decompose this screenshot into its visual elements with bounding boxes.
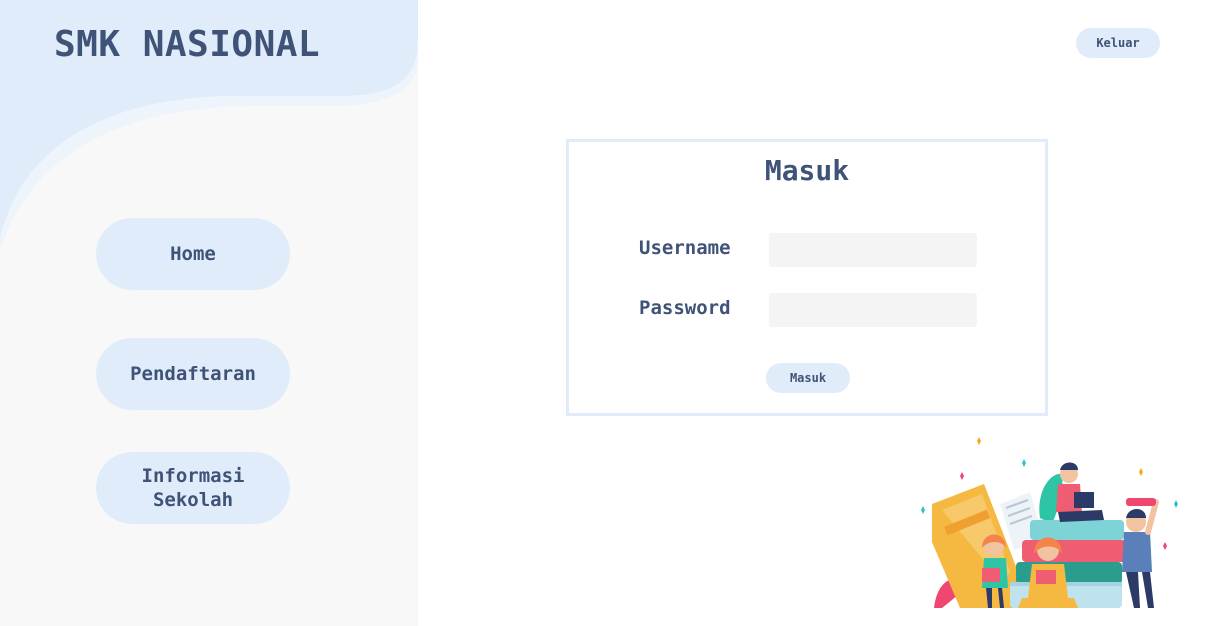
brand-title: SMK NASIONAL [54, 24, 321, 65]
login-submit-button[interactable]: Masuk [766, 363, 850, 393]
nav-home-button[interactable]: Home [96, 218, 290, 290]
username-label: Username [639, 237, 731, 259]
login-title: Masuk [764, 154, 850, 187]
password-label: Password [639, 297, 731, 319]
username-input[interactable] [769, 233, 977, 267]
nav-pendaftaran-label: Pendaftaran [130, 363, 256, 385]
logout-button[interactable]: Keluar [1076, 28, 1160, 58]
nav-pendaftaran-button[interactable]: Pendaftaran [96, 338, 290, 410]
sidebar: SMK NASIONAL Home Pendaftaran Informasi … [0, 0, 418, 626]
students-with-books-illustration [921, 437, 1178, 608]
password-input[interactable] [769, 293, 977, 327]
nav-informasi-sekolah-button[interactable]: Informasi Sekolah [96, 452, 290, 524]
nav-home-label: Home [170, 243, 216, 265]
login-form: Masuk Username Password Masuk [566, 139, 1048, 416]
nav-informasi-sekolah-label: Informasi Sekolah [141, 465, 245, 511]
